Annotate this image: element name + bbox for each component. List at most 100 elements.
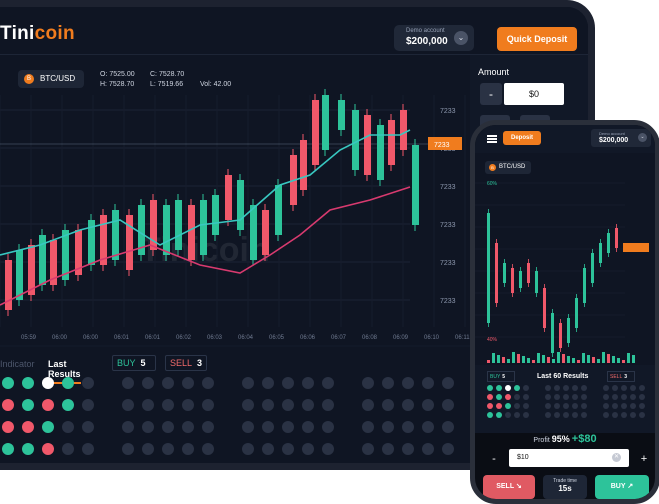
phone-deposit-button[interactable]: Deposit [503,131,541,145]
phone-result-dot [523,403,529,409]
phone-sell-count-label: SELL [610,374,623,380]
clear-icon[interactable]: ✕ [612,453,621,462]
candle-body [126,215,133,270]
phone-trade-time[interactable]: Trade time 15s [543,475,587,499]
candle-body [200,200,207,255]
amount-minus-button[interactable]: - [480,83,502,105]
result-dot [262,377,274,389]
phone-sell-label: SELL [496,483,514,490]
chevron-down-icon[interactable]: ⌄ [454,31,468,45]
time-tick-label: 06:10 [424,335,440,341]
volume-bar [557,352,560,363]
result-dot [362,399,374,411]
phone-account-label: Demo account [599,131,625,136]
candle-body [591,253,594,283]
result-dot [42,399,54,411]
volume-bar [592,357,595,363]
result-dot [42,421,54,433]
phone-result-dot [639,394,645,400]
phone-buy-button[interactable]: BUY ↗ [595,475,649,499]
amount-input[interactable]: $0 [504,83,564,105]
volume-bar [597,359,600,363]
volume-bar [617,358,620,363]
phone-result-dot [621,403,627,409]
phone-sell-button[interactable]: SELL ↘ [483,475,535,499]
result-dot [122,377,134,389]
phone-results-title: Last 60 Results [537,373,589,380]
phone-buy-count-value: 5 [502,374,506,380]
quick-deposit-button[interactable]: Quick Deposit [497,27,577,51]
phone-profit: Profit 95% +$80 [475,433,655,449]
phone-amount-input[interactable]: $10 ✕ [509,449,629,467]
result-dot [202,421,214,433]
phone-price-chart[interactable]: B BTC/USD 60% 40% [475,153,655,365]
result-dot [422,421,434,433]
buy-count-value: 5 [140,358,146,368]
candle-body [575,298,578,328]
tab-indicator[interactable]: Indicator [0,359,35,369]
result-dot [62,443,74,455]
phone-result-dot [603,403,609,409]
brand-logo: Tinicoin [0,23,75,45]
result-dot [162,399,174,411]
top-bar: Tinicoin Demo account $200,000 ⌄ Quick D… [0,7,588,55]
candle-body [377,125,384,180]
candle-body [535,271,538,293]
result-dot [262,399,274,411]
volume-bar [527,358,530,363]
phone-account-selector[interactable]: Demo account $200,000 ⌄ [591,129,651,147]
result-dot [2,421,14,433]
phone-result-dot [496,403,502,409]
volume-bar [512,352,515,363]
candle-body [352,110,359,170]
time-tick-label: 06:00 [52,335,68,341]
buy-count-badge: BUY 5 [112,355,156,371]
volume-bar [502,357,505,363]
menu-icon[interactable] [487,135,497,143]
candle-body [300,140,307,190]
phone-result-dot [621,385,627,391]
phone-result-dot [545,394,551,400]
phone-result-dot [487,412,493,418]
phone-result-dot [545,403,551,409]
volume-bar [582,353,585,363]
candle-body [250,205,257,260]
trend-down-icon: ↘ [515,483,522,490]
result-dot [22,399,34,411]
candlestick-chart: 72337233723372337233723372335805:5906:00… [0,89,470,341]
phone-amount-minus-button[interactable]: - [487,452,501,466]
time-tick-label: 06:00 [83,335,99,341]
volume-bar [522,356,525,363]
phone-result-dot [514,412,520,418]
phone-result-dot [630,394,636,400]
phone-result-dot [612,394,618,400]
result-dot [402,377,414,389]
profit-label: Profit [533,437,550,444]
result-dot [122,421,134,433]
candle-body [212,195,219,235]
price-chart[interactable]: B BTC/USD O: 7525.00 C: 7528.70 H: 7528.7… [0,55,470,345]
result-dot [302,443,314,455]
phone-buy-count-badge: BUY 5 [487,371,515,382]
result-dot [242,377,254,389]
phone-result-dot [505,412,511,418]
phone-result-dot [496,385,502,391]
result-dot [382,421,394,433]
chevron-down-icon[interactable]: ⌄ [638,133,647,142]
buy-count-label: BUY [117,358,136,368]
result-dot [202,377,214,389]
result-dot [242,421,254,433]
time-tick-label: 06:01 [114,335,130,341]
time-tick-label: 06:02 [176,335,192,341]
candle-body [511,268,514,293]
result-dot [242,399,254,411]
phone-amount-plus-button[interactable]: + [637,452,651,466]
result-dot [2,377,14,389]
volume-bar [532,360,535,363]
volume-bar [562,354,565,363]
result-dot [162,443,174,455]
time-tick-label: 06:04 [238,335,254,341]
account-selector[interactable]: Demo account $200,000 ⌄ [394,25,474,51]
volume-bar [567,356,570,363]
result-dot [22,377,34,389]
